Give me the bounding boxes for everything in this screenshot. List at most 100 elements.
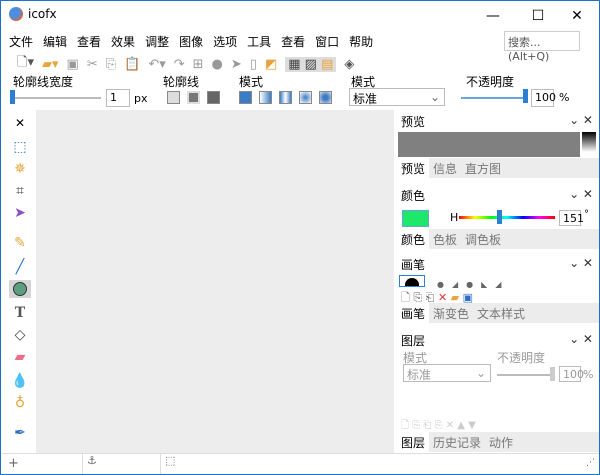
tab-history[interactable]: 历史记录 [429, 432, 485, 452]
tab-layers[interactable]: 图层 [397, 432, 430, 452]
undo-icon[interactable]: ↶▾ [148, 57, 165, 72]
open-folder-icon[interactable]: ▰▾ [42, 57, 59, 72]
mode-reflect-button[interactable] [279, 91, 292, 104]
layer-opacity-thumb[interactable] [550, 367, 555, 381]
text-tool-icon[interactable]: T [11, 304, 29, 322]
color-swatch[interactable] [402, 210, 429, 227]
toolbar: 🗋▾ ▰▾ ▣ ✂ ⎘ 📋 ↶▾ ↷ ⊞ ● ➤ ▯ ◩ ▦ ▨ ▤ ◈ [17, 54, 354, 74]
brush-icon[interactable]: ✎ [11, 234, 29, 252]
menu-view[interactable]: 查看 [77, 33, 101, 50]
opacity-thumb[interactable] [523, 89, 528, 103]
redo-icon[interactable]: ↷ [174, 57, 185, 72]
tab-gradient[interactable]: 渐变色 [429, 303, 473, 323]
mode-square-button[interactable] [319, 91, 332, 104]
minimize-button[interactable]: — [471, 3, 515, 29]
copy-icon[interactable]: ⎘ [106, 57, 116, 72]
tab-palette[interactable]: 调色板 [461, 229, 505, 249]
opacity-slider[interactable] [461, 97, 523, 99]
layers-panel-controls[interactable]: ⌄ ✕ [569, 332, 593, 346]
layer-opacity-slider[interactable] [497, 374, 552, 376]
blur-drop-icon[interactable]: 💧 [11, 372, 29, 390]
outline-fill-button[interactable] [187, 91, 200, 104]
menu-adjust[interactable]: 调整 [145, 33, 169, 50]
cursor-icon[interactable]: ➤ [231, 57, 242, 72]
close-tools-icon[interactable]: ✕ [11, 114, 29, 132]
mode-linear-button[interactable] [259, 91, 272, 104]
menu-tools[interactable]: 工具 [247, 33, 271, 50]
preview-panel: 预览 ⌄ ✕ 预览 信息 直方图 [397, 110, 599, 180]
eyedropper-icon[interactable]: ✒ [11, 424, 29, 442]
menu-window[interactable]: 窗口 [315, 33, 339, 50]
save-icon[interactable]: ▣ [67, 57, 79, 72]
close-button[interactable]: ✕ [555, 3, 599, 29]
move-icon[interactable]: ➤ [11, 204, 29, 222]
mode-solid-button[interactable] [239, 91, 252, 104]
line-icon[interactable]: ╱ [11, 258, 29, 276]
tab-swatches[interactable]: 色板 [429, 229, 461, 249]
mode-radial-button[interactable] [299, 91, 312, 104]
canvas-area[interactable] [36, 110, 394, 453]
layer-mode-select[interactable]: 标准 ⌄ [403, 364, 491, 382]
hue-input[interactable]: 151 [559, 210, 584, 226]
apple-icon[interactable]: ● [212, 57, 223, 72]
menu-bar: 文件 编辑 查看 效果 调整 图像 选项 工具 查看 窗口 帮助 [9, 33, 373, 50]
image-tool-icon[interactable]: ◩ [265, 57, 277, 72]
fill-only-button[interactable] [207, 91, 220, 104]
fill-bucket-icon[interactable]: ◇ [11, 326, 29, 344]
cut-icon[interactable]: ✂ [87, 57, 98, 72]
search-input[interactable]: 搜索... (Alt+Q) [504, 31, 580, 63]
crop-icon[interactable]: ⌗ [11, 182, 29, 200]
tab-info[interactable]: 信息 [429, 158, 461, 178]
outline-width-input[interactable]: 1 [106, 89, 130, 107]
dodge-icon[interactable]: ♁ [11, 394, 29, 412]
menu-options[interactable]: 选项 [213, 33, 237, 50]
menu-edit[interactable]: 编辑 [43, 33, 67, 50]
menu-effects[interactable]: 效果 [111, 33, 135, 50]
magic-wand-icon[interactable]: ✵ [11, 160, 29, 178]
phone-icon[interactable]: ▯ [250, 57, 257, 72]
tab-preview[interactable]: 预览 [397, 158, 430, 178]
brush-title: 画笔 [401, 258, 426, 272]
tab-histogram[interactable]: 直方图 [461, 158, 505, 178]
tab-color[interactable]: 颜色 [397, 229, 430, 249]
title-bar: icofx [9, 7, 57, 21]
menu-file[interactable]: 文件 [9, 33, 33, 50]
outline-width-slider[interactable] [11, 97, 101, 99]
menu-view2[interactable]: 查看 [281, 33, 305, 50]
new-file-icon[interactable]: 🗋▾ [17, 53, 34, 75]
color-panel: 颜色 ⌄ ✕ H 151 ° 颜色 色板 调色板 [397, 183, 599, 249]
brush-selected[interactable] [399, 275, 425, 287]
blend-mode-value: 标准 [353, 92, 378, 106]
unit-label: px [134, 92, 148, 105]
brush-presets[interactable]: ● ◢ ● ◣ ◢ [437, 279, 567, 289]
resize-grip-icon[interactable]: ⋰ [586, 458, 595, 468]
checker-icon[interactable]: ▦ ▨ ▤ [285, 56, 337, 72]
blend-mode-select[interactable]: 标准 ⌄ [349, 88, 445, 106]
brush-panel-controls[interactable]: ⌄ ✕ [569, 256, 593, 270]
ellipse-tool-icon[interactable] [9, 280, 31, 298]
hue-thumb[interactable] [497, 210, 502, 224]
preview-title: 预览 [401, 115, 426, 129]
windows-icon[interactable]: ⊞ [193, 57, 204, 72]
eraser-icon[interactable]: ▰ [11, 348, 29, 366]
outline-none-button[interactable] [167, 91, 180, 104]
marquee-select-icon[interactable]: ⬚ [11, 138, 29, 156]
layer-opacity-input[interactable]: 100 [559, 366, 584, 382]
brush-tabs: 画笔 渐变色 文本样式 [397, 303, 599, 323]
layers-icon[interactable]: ◈ [344, 57, 354, 72]
maximize-button[interactable]: ☐ [516, 3, 560, 29]
color-panel-controls[interactable]: ⌄ ✕ [569, 187, 593, 201]
hue-slider[interactable] [459, 216, 555, 219]
preview-panel-controls[interactable]: ⌄ ✕ [569, 113, 593, 127]
outline-width-thumb[interactable] [10, 90, 15, 104]
tab-actions[interactable]: 动作 [485, 432, 517, 452]
paste-icon[interactable]: 📋 [124, 57, 140, 72]
preview-tabs: 预览 信息 直方图 [397, 158, 599, 178]
tab-brush[interactable]: 画笔 [397, 303, 430, 323]
add-icon[interactable]: + [8, 456, 19, 471]
menu-help[interactable]: 帮助 [349, 33, 373, 50]
opacity-input[interactable]: 100 [531, 89, 556, 107]
preview-image [398, 132, 580, 157]
tab-text-style[interactable]: 文本样式 [473, 303, 529, 323]
menu-image[interactable]: 图像 [179, 33, 203, 50]
